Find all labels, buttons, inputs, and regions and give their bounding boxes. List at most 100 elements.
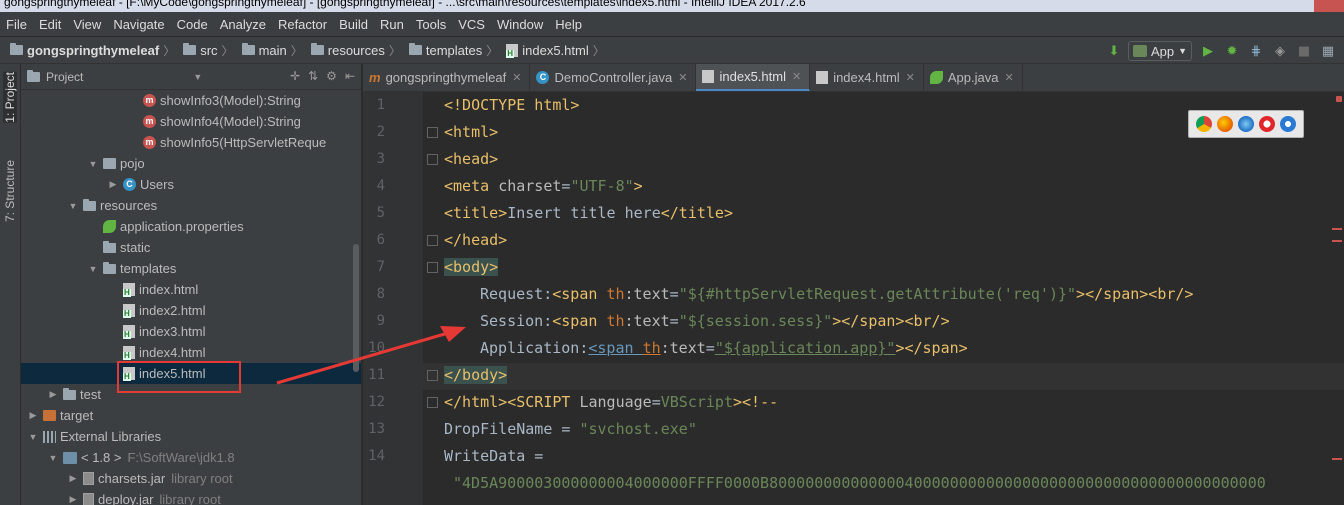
- tree-item[interactable]: ▼ resources: [21, 195, 361, 216]
- tree-item[interactable]: ▼ pojo: [21, 153, 361, 174]
- chevron-down-icon[interactable]: ▼: [67, 201, 79, 211]
- run-icon[interactable]: ▶: [1200, 43, 1216, 59]
- close-icon[interactable]: ✕: [1004, 71, 1013, 84]
- tab-democontroller[interactable]: C DemoController.java ✕: [530, 64, 697, 91]
- tree-item[interactable]: m showInfo4(Model):String: [21, 111, 361, 132]
- tree-item[interactable]: index.html: [21, 279, 361, 300]
- menu-analyze[interactable]: Analyze: [214, 17, 272, 32]
- close-icon[interactable]: ✕: [512, 71, 521, 84]
- menu-edit[interactable]: Edit: [33, 17, 67, 32]
- tree-item[interactable]: application.properties: [21, 216, 361, 237]
- tab-app[interactable]: App.java ✕: [924, 64, 1023, 91]
- fold-marker[interactable]: [427, 235, 438, 246]
- tab-project-tool[interactable]: 1: Project: [3, 72, 17, 123]
- breadcrumb-templates[interactable]: templates 〉: [408, 42, 502, 59]
- warning-marker[interactable]: [1332, 240, 1342, 242]
- debug-icon[interactable]: ✹: [1224, 43, 1240, 59]
- chevron-right-icon[interactable]: ▶: [27, 410, 39, 421]
- code-token: <span: [552, 285, 607, 303]
- chevron-down-icon[interactable]: ▼: [87, 159, 99, 169]
- maximize-button[interactable]: [1284, 0, 1314, 12]
- breadcrumb-src[interactable]: src 〉: [183, 42, 237, 59]
- tree-item[interactable]: m showInfo5(HttpServletReque: [21, 132, 361, 153]
- error-marker-icon[interactable]: [1336, 96, 1342, 102]
- tree-item[interactable]: ▼ External Libraries: [21, 426, 361, 447]
- stop-icon[interactable]: ■: [1296, 43, 1312, 59]
- locate-file-icon[interactable]: ✛: [290, 69, 300, 83]
- breadcrumb-project[interactable]: gongspringthymeleaf 〉: [10, 42, 179, 59]
- hide-panel-icon[interactable]: ⇤: [345, 69, 355, 83]
- menu-window[interactable]: Window: [491, 17, 549, 32]
- fold-marker[interactable]: [427, 154, 438, 165]
- coverage-icon[interactable]: ⋕: [1248, 43, 1264, 59]
- project-scrollbar[interactable]: [353, 244, 359, 372]
- warning-marker[interactable]: [1332, 228, 1342, 230]
- code-editor[interactable]: 1 2 3 4 5 6 7 8 9 10 11 12 13 14 <!DOCTYPE html> <htm…: [363, 92, 1344, 505]
- chevron-right-icon[interactable]: ▶: [47, 389, 59, 400]
- resources-folder-icon: [310, 43, 324, 55]
- tab-index5[interactable]: index5.html ✕: [696, 64, 811, 91]
- opera-icon[interactable]: [1259, 116, 1276, 132]
- tree-item[interactable]: ▶ charsets.jar library root: [21, 468, 361, 489]
- menu-file[interactable]: File: [0, 17, 33, 32]
- maven-module-icon: m: [369, 70, 381, 85]
- chevron-right-icon[interactable]: ▶: [107, 179, 119, 190]
- internet-explorer-icon[interactable]: [1280, 116, 1297, 132]
- tree-item[interactable]: index4.html: [21, 342, 361, 363]
- collapse-all-icon[interactable]: ⇅: [308, 69, 318, 83]
- tree-item[interactable]: static: [21, 237, 361, 258]
- menu-view[interactable]: View: [67, 17, 107, 32]
- fold-marker[interactable]: [427, 370, 438, 381]
- menu-navigate[interactable]: Navigate: [107, 17, 170, 32]
- tree-item[interactable]: ▶ target: [21, 405, 361, 426]
- menu-vcs[interactable]: VCS: [452, 17, 491, 32]
- make-project-icon[interactable]: ⬇: [1106, 43, 1122, 59]
- menu-code[interactable]: Code: [171, 17, 214, 32]
- close-icon[interactable]: ✕: [792, 70, 801, 83]
- menu-run[interactable]: Run: [374, 17, 410, 32]
- run-config-dropdown[interactable]: App ▼: [1127, 41, 1192, 61]
- close-icon[interactable]: ✕: [906, 71, 915, 84]
- code-token: :text: [624, 285, 670, 303]
- firefox-icon[interactable]: [1216, 116, 1233, 132]
- close-button[interactable]: [1314, 0, 1344, 12]
- warning-marker[interactable]: [1332, 458, 1342, 460]
- chevron-down-icon[interactable]: ▼: [87, 264, 99, 274]
- menu-build[interactable]: Build: [333, 17, 374, 32]
- chevron-down-icon[interactable]: ▼: [27, 432, 39, 442]
- breadcrumb-main[interactable]: main 〉: [241, 42, 307, 59]
- gear-icon[interactable]: ⚙: [326, 69, 337, 83]
- menu-refactor[interactable]: Refactor: [272, 17, 333, 32]
- menu-tools[interactable]: Tools: [410, 17, 452, 32]
- tree-item[interactable]: ▼ < 1.8 > F:\SoftWare\jdk1.8: [21, 447, 361, 468]
- tab-gongspringthymeleaf[interactable]: m gongspringthymeleaf ✕: [363, 64, 531, 91]
- profile-icon[interactable]: ◈: [1272, 43, 1288, 59]
- code-token: <span: [552, 312, 607, 330]
- breadcrumb-file[interactable]: index5.html〉: [506, 42, 609, 59]
- tree-item[interactable]: index3.html: [21, 321, 361, 342]
- chevron-down-icon[interactable]: ▼: [193, 72, 202, 82]
- tree-item[interactable]: ▼ templates: [21, 258, 361, 279]
- tree-item[interactable]: ▶ C Users: [21, 174, 361, 195]
- fold-marker[interactable]: [427, 397, 438, 408]
- project-structure-icon[interactable]: ▦: [1320, 43, 1336, 59]
- tree-item[interactable]: m showInfo3(Model):String: [21, 90, 361, 111]
- code-token: "${#httpServletRequest.getAttribute('req…: [678, 285, 1077, 303]
- tree-item[interactable]: index2.html: [21, 300, 361, 321]
- menu-help[interactable]: Help: [549, 17, 588, 32]
- chevron-down-icon[interactable]: ▼: [47, 453, 59, 463]
- tree-item[interactable]: ▶ deploy.jar library root: [21, 489, 361, 505]
- minimize-button[interactable]: [1254, 0, 1284, 12]
- tab-index4[interactable]: index4.html ✕: [810, 64, 924, 91]
- fold-marker[interactable]: [427, 127, 438, 138]
- breadcrumb-resources[interactable]: resources 〉: [310, 42, 405, 59]
- chevron-right-icon[interactable]: ▶: [67, 494, 79, 505]
- project-view-selector[interactable]: Project: [46, 70, 83, 84]
- close-icon[interactable]: ✕: [678, 71, 687, 84]
- html-file-icon: [123, 346, 135, 360]
- safari-icon[interactable]: [1237, 116, 1254, 132]
- chevron-right-icon[interactable]: ▶: [67, 473, 79, 484]
- chrome-icon[interactable]: [1195, 116, 1212, 132]
- fold-marker[interactable]: [427, 262, 438, 273]
- tab-structure-tool[interactable]: 7: Structure: [3, 160, 17, 222]
